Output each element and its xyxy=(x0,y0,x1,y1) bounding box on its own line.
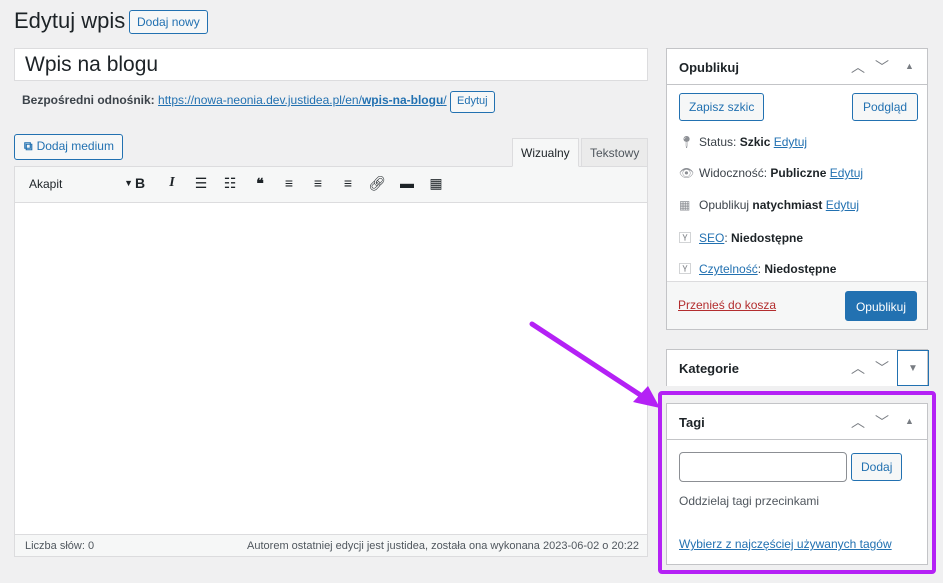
numbered-list-icon[interactable]: ☷ xyxy=(221,175,239,192)
add-tag-button[interactable]: Dodaj xyxy=(851,453,903,481)
yoast-icon: 🅈 xyxy=(679,231,692,245)
page-title: Edytuj wpis xyxy=(14,8,126,33)
tab-visual[interactable]: Wizualny xyxy=(512,138,579,167)
tags-box: Tagi ︿ ﹀ ▲ Dodaj Oddzielaj tagi przecink… xyxy=(666,403,928,565)
editor-toolbar: Akapit ▼ B I ☰ ☷ ❝ ≡ ≡ ≡ 🔗︎ ▬ ▦ xyxy=(15,167,647,203)
tag-input[interactable] xyxy=(679,452,847,482)
content-editor[interactable]: Akapit ▼ B I ☰ ☷ ❝ ≡ ≡ ≡ 🔗︎ ▬ ▦ Liczba s… xyxy=(14,166,648,557)
categories-box-title: Kategorie xyxy=(679,361,739,376)
add-new-button[interactable]: Dodaj nowy xyxy=(129,10,208,34)
format-select[interactable]: Akapit ▼ xyxy=(29,177,133,191)
align-left-icon[interactable]: ≡ xyxy=(280,175,298,191)
bold-icon[interactable]: B xyxy=(131,175,149,191)
tags-box-title: Tagi xyxy=(679,415,705,430)
status-row: 📍︎ Status: Szkic Edytuj xyxy=(679,135,808,149)
permalink: Bezpośredni odnośnik: https://nowa-neoni… xyxy=(22,93,447,107)
publish-button[interactable]: Opublikuj xyxy=(844,291,917,321)
eye-icon: 👁︎ xyxy=(679,166,695,180)
blockquote-icon[interactable]: ❝ xyxy=(251,175,269,192)
move-up-icon[interactable]: ︿ xyxy=(851,358,865,378)
preview-button[interactable]: Podgląd xyxy=(852,93,919,121)
status-edit-link[interactable]: Edytuj xyxy=(774,135,807,149)
align-right-icon[interactable]: ≡ xyxy=(339,175,357,191)
permalink-link[interactable]: https://nowa-neonia.dev.justidea.pl/en/w… xyxy=(158,93,447,107)
readability-link[interactable]: Czytelność xyxy=(699,262,758,276)
save-draft-button[interactable]: Zapisz szkic xyxy=(679,93,765,121)
schedule-edit-link[interactable]: Edytuj xyxy=(826,198,859,212)
publish-box-title: Opublikuj xyxy=(679,60,739,75)
align-center-icon[interactable]: ≡ xyxy=(309,175,327,191)
calendar-icon: ▦ xyxy=(679,198,691,212)
last-edit-info: Autorem ostatniej edycji jest justidea, … xyxy=(247,540,639,552)
post-title-input[interactable]: Wpis na blogu xyxy=(14,48,648,81)
categories-box-header: Kategorie ︿ ﹀ ▼ xyxy=(667,350,929,386)
expand-icon[interactable]: ▼ xyxy=(897,350,929,386)
collapse-icon[interactable]: ▲ xyxy=(905,61,914,71)
permalink-label: Bezpośredni odnośnik: xyxy=(22,93,155,107)
bulleted-list-icon[interactable]: ☰ xyxy=(192,175,210,192)
publish-box-header: Opublikuj ︿ ﹀ ▲ xyxy=(667,49,927,85)
categories-box: Kategorie ︿ ﹀ ▼ xyxy=(666,349,929,386)
move-down-icon[interactable]: ﹀ xyxy=(875,57,889,77)
publish-actions: Przenieś do kosza Opublikuj xyxy=(667,281,927,329)
tab-text[interactable]: Tekstowy xyxy=(581,138,649,167)
seo-link[interactable]: SEO xyxy=(699,231,724,245)
read-more-icon[interactable]: ▬ xyxy=(398,175,416,191)
editor-status-bar: Liczba słów: 0 Autorem ostatniej edycji … xyxy=(15,534,647,556)
move-to-trash-link[interactable]: Przenieś do kosza xyxy=(678,298,776,312)
word-count: Liczba słów: 0 xyxy=(25,540,95,552)
pin-icon: 📍︎ xyxy=(679,135,695,149)
tags-box-header: Tagi ︿ ﹀ ▲ xyxy=(667,404,927,440)
permalink-edit-button[interactable]: Edytuj xyxy=(450,91,495,113)
visibility-row: 👁︎ Widoczność: Publiczne Edytuj xyxy=(679,166,864,180)
visibility-edit-link[interactable]: Edytuj xyxy=(830,166,863,180)
most-used-tags-link[interactable]: Wybierz z najczęściej używanych tagów xyxy=(679,537,892,551)
publish-box: Opublikuj ︿ ﹀ ▲ Zapisz szkic Podgląd 📍︎ S… xyxy=(666,48,928,330)
move-down-icon[interactable]: ﹀ xyxy=(875,412,889,432)
move-up-icon[interactable]: ︿ xyxy=(851,57,865,77)
move-up-icon[interactable]: ︿ xyxy=(851,412,865,432)
media-icon: ⧉ xyxy=(24,139,33,153)
toolbar-toggle-icon[interactable]: ▦ xyxy=(427,175,445,192)
italic-icon[interactable]: I xyxy=(163,175,181,191)
collapse-icon[interactable]: ▲ xyxy=(905,416,914,426)
schedule-row: ▦ Opublikuj natychmiast Edytuj xyxy=(679,198,860,212)
readability-row: 🅈 Czytelność: Niedostępne xyxy=(679,262,837,276)
add-media-button[interactable]: ⧉ Dodaj medium xyxy=(14,134,123,160)
yoast-icon: 🅈 xyxy=(679,262,692,276)
tag-hint: Oddzielaj tagi przecinkami xyxy=(679,494,820,508)
move-down-icon[interactable]: ﹀ xyxy=(875,358,889,378)
link-icon[interactable]: 🔗︎ xyxy=(368,175,386,192)
seo-row: 🅈 SEO: Niedostępne xyxy=(679,231,804,245)
